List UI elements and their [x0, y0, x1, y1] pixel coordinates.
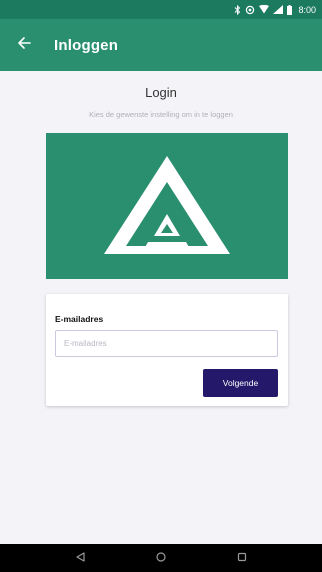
signal-icon: [273, 4, 284, 16]
status-time: 8:00: [298, 4, 316, 15]
back-button[interactable]: [0, 19, 48, 71]
arrow-back-icon: [17, 36, 31, 55]
page-title: Login: [145, 85, 177, 100]
nav-home-button[interactable]: [147, 544, 175, 572]
alarm-icon: [245, 4, 255, 16]
login-screen: 8:00 Inloggen Login Kies de gewenste ins…: [0, 0, 322, 572]
app-bar-title: Inloggen: [54, 36, 119, 54]
nav-back-button[interactable]: [66, 544, 94, 572]
email-label: E-mailadres: [55, 314, 104, 324]
next-button[interactable]: Volgende: [203, 369, 278, 397]
back-triangle-icon: [76, 549, 85, 567]
recents-square-icon: [237, 549, 247, 567]
navigation-bar: [0, 544, 322, 572]
logo-banner: [46, 133, 288, 279]
login-card: E-mailadres Volgende: [46, 294, 288, 406]
nav-recents-button[interactable]: [228, 544, 256, 572]
home-circle-icon: [156, 549, 166, 567]
app-bar: Inloggen: [0, 19, 322, 71]
email-field[interactable]: [55, 330, 278, 357]
bluetooth-icon: [234, 4, 241, 16]
triangle-logo-icon: [102, 154, 232, 259]
page-subtitle: Kies de gewenste instelling om in te log…: [89, 110, 233, 119]
status-bar: 8:00: [0, 0, 322, 19]
wifi-icon: [259, 4, 270, 16]
battery-icon: [287, 4, 293, 16]
